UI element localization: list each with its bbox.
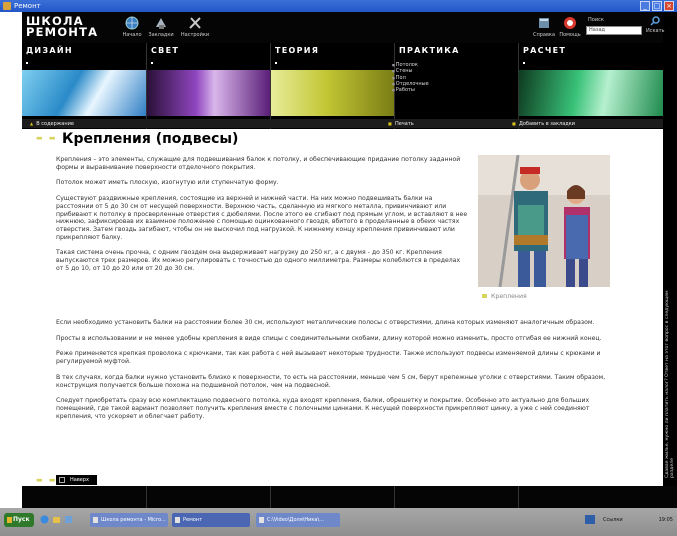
footer-bar (22, 486, 677, 508)
nav-print-link[interactable]: ■ Печать (388, 119, 414, 129)
divider (518, 486, 519, 508)
tray-links[interactable]: Ссылки (603, 517, 623, 523)
article-photo (478, 155, 610, 287)
minimize-button[interactable]: _ (640, 1, 650, 11)
top-toolbar: ШКОЛА РЕМОНТА Начало Закладки Настройки … (22, 12, 664, 43)
paragraph: Просты в использовании и не менее удобны… (56, 334, 602, 342)
print-icon: ■ (388, 121, 392, 126)
nav-bookmark-link[interactable]: ■ Добавить в закладки (512, 119, 575, 129)
tool-help[interactable]: Помощь (555, 16, 585, 38)
tool-home[interactable]: Начало (117, 16, 147, 38)
article-navbar: ▲ В содержание ■ Печать ■ Добавить в зак… (22, 119, 663, 128)
maximize-button[interactable]: □ (652, 1, 662, 11)
category-title: СВЕТ (151, 46, 180, 55)
clock[interactable]: 19:05 (659, 513, 673, 527)
tool-bookmarks[interactable]: Закладки (146, 16, 176, 38)
divider (270, 486, 271, 508)
category-title: ПРАКТИКА (399, 46, 460, 55)
article-body-full: Если необходимо установить балки на расс… (56, 319, 628, 428)
decor-dots: ▬ ▬ (36, 476, 58, 484)
system-tray: Ссылки 19:05 (603, 513, 677, 527)
window-titlebar: Ремонт _ □ × (0, 0, 677, 12)
book-icon (539, 18, 549, 28)
article-content: ▬ ▬ Крепления (подвесы) Крепления – это … (22, 129, 663, 486)
bullet-icon (523, 62, 525, 64)
search-button-label: Искать (646, 28, 665, 34)
start-button[interactable]: Пуск (4, 513, 34, 527)
search-button[interactable]: Искать (646, 16, 664, 34)
divider (146, 486, 147, 508)
practice-submenu: Потолок Стены Пол Отделочные Работы (392, 62, 429, 93)
workers-photo (478, 155, 610, 287)
quicklaunch-folder-icon[interactable] (52, 515, 61, 524)
paragraph: Существуют раздвижные крепления, состоящ… (56, 195, 468, 241)
category-image-light (147, 70, 270, 116)
window-title: Ремонт (14, 2, 41, 10)
article-body-narrow: Крепления – это элементы, служащие для п… (56, 156, 468, 280)
paragraph: Такая система очень прочна, с одним гвоз… (56, 249, 461, 272)
taskbar: Пуск Школа ремонта - Micro... Ремонт C:\… (0, 508, 677, 536)
category-title: РАСЧЕТ (523, 46, 567, 55)
bookmark-add-icon: ■ (512, 121, 516, 126)
category-title: ДИЗАЙН (26, 46, 73, 55)
nav-bookmark-label: Добавить в закладки (518, 121, 575, 127)
category-image-design (22, 70, 146, 116)
taskbar-item[interactable]: C:\Video\Доля\Ника\... (256, 513, 340, 527)
bullet-icon (275, 62, 277, 64)
nav-contents-label: В содержание (36, 121, 74, 127)
category-image-theory (271, 70, 394, 116)
nav-print-label: Печать (394, 121, 414, 127)
paragraph: Крепления – это элементы, служащие для п… (56, 156, 461, 171)
keyboard-layout-icon[interactable] (585, 515, 595, 524)
submenu-item[interactable]: Работы (392, 87, 429, 93)
nav-contents-link[interactable]: ▲ В содержание (30, 119, 74, 129)
category-image-calculation (519, 70, 663, 116)
article-title: Крепления (подвесы) (62, 131, 239, 147)
paragraph: Если необходимо установить балки на расс… (56, 319, 595, 326)
lifebuoy-icon (564, 17, 576, 29)
quicklaunch-ie-icon[interactable] (40, 515, 49, 524)
tool-label: Начало (122, 32, 142, 38)
decor-dots: ▬ ▬ (36, 134, 58, 142)
tool-settings[interactable]: Настройки (180, 16, 210, 38)
bullet-icon (26, 62, 28, 64)
up-icon (59, 477, 65, 483)
search-label: Поиск (588, 17, 604, 23)
search-input[interactable]: Назад (586, 26, 642, 35)
side-teaser-text[interactable]: Сдавая жилье, нужно ли платить налог? От… (665, 278, 677, 478)
taskbar-item[interactable]: Школа ремонта - Micro... (90, 513, 168, 527)
category-title: ТЕОРИЯ (275, 46, 320, 55)
tool-label: Закладки (148, 32, 174, 38)
paragraph: Реже применяется крепкая проволока с крю… (56, 350, 601, 366)
back-to-top-label: Наверх (70, 477, 89, 483)
close-button[interactable]: × (664, 1, 674, 11)
tools-icon (189, 17, 201, 29)
bookmark-icon (156, 18, 166, 29)
tool-label: Настройки (180, 32, 210, 38)
app-icon (3, 2, 11, 10)
paragraph: В тех случаях, когда балки нужно установ… (56, 373, 606, 389)
photo-caption: Крепления (482, 293, 527, 300)
taskbar-item-active[interactable]: Ремонт (172, 513, 250, 527)
paragraph: Следует приобретать сразу всю комплектац… (56, 397, 590, 420)
search-icon (650, 16, 660, 26)
app-window: ШКОЛА РЕМОНТА Начало Закладки Настройки … (22, 12, 677, 508)
logo-line-2: РЕМОНТА (26, 25, 99, 39)
tool-label: Помощь (559, 32, 581, 38)
logo[interactable]: ШКОЛА РЕМОНТА (26, 15, 99, 39)
divider (394, 486, 395, 508)
back-to-top-button[interactable]: Наверх (56, 475, 97, 485)
globe-icon (125, 16, 139, 30)
side-panel: Сдавая жилье, нужно ли платить налог? От… (663, 129, 677, 486)
bullet-icon (151, 62, 153, 64)
arrow-icon: ▲ (30, 121, 34, 126)
quicklaunch-desktop-icon[interactable] (64, 515, 73, 524)
paragraph: Потолок может иметь плоскую, изогнутую и… (56, 179, 279, 187)
tool-label: Справка (532, 32, 556, 38)
